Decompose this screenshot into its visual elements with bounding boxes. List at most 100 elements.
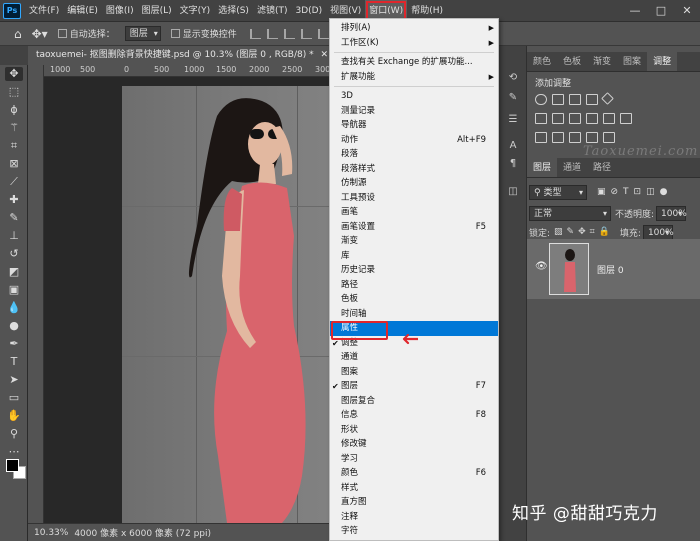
window-menu-item[interactable]: 渐变 (330, 234, 498, 249)
lasso-tool-icon[interactable]: ϕ (5, 103, 23, 117)
align-right-icon[interactable] (283, 28, 295, 39)
window-menu-item[interactable]: 历史记录 (330, 263, 498, 278)
window-menu-item[interactable]: 画笔 (330, 205, 498, 220)
tab-channels[interactable]: 通道 (557, 158, 587, 177)
type-tool-icon[interactable]: T (5, 355, 23, 369)
exposure-icon[interactable] (586, 94, 598, 105)
home-icon[interactable]: ⌂ (14, 27, 22, 41)
blur-tool-icon[interactable]: 💧 (5, 301, 23, 315)
window-menu-item[interactable]: 动作 Alt+F9 (330, 133, 498, 148)
tab-adjustments[interactable]: 调整 (647, 52, 678, 71)
character-panel-icon[interactable]: A (506, 140, 520, 153)
window-menu-item[interactable]: 段落 (330, 147, 498, 162)
vibrance-icon[interactable] (601, 92, 614, 105)
window-menu-item[interactable]: 测量记录 (330, 104, 498, 119)
black-white-icon[interactable] (569, 113, 581, 124)
gradient-map-icon[interactable] (586, 132, 598, 143)
more-tools-icon[interactable]: ⋯ (5, 445, 23, 459)
path-select-icon[interactable]: ➤ (5, 373, 23, 387)
menu-type[interactable]: 文字(Y) (176, 0, 215, 22)
window-menu-item[interactable]: 时间轴 (330, 307, 498, 322)
window-menu-item[interactable]: 排列(A) ▶ (330, 21, 498, 36)
window-menu-item[interactable]: 信息 F8 (330, 408, 498, 423)
properties-panel-icon[interactable]: ☰ (506, 114, 520, 127)
window-menu-item[interactable]: 图层复合 (330, 394, 498, 409)
tab-patterns[interactable]: 图案 (617, 52, 647, 71)
menu-filter[interactable]: 滤镜(T) (253, 0, 292, 22)
threshold-icon[interactable] (569, 132, 581, 143)
window-menu-item[interactable]: 库 (330, 249, 498, 264)
paragraph-panel-icon[interactable]: ¶ (506, 158, 520, 171)
align-center-icon[interactable] (266, 28, 278, 39)
menu-3d[interactable]: 3D(D) (291, 0, 326, 22)
color-lookup-icon[interactable] (620, 113, 632, 124)
color-swatches[interactable] (6, 459, 28, 481)
window-menu-item[interactable]: 字符 (330, 524, 498, 539)
hue-saturation-icon[interactable] (535, 113, 547, 124)
menu-select[interactable]: 选择(S) (214, 0, 253, 22)
history-brush-icon[interactable]: ↺ (5, 247, 23, 261)
blend-mode-dropdown[interactable]: 正常 (529, 205, 611, 221)
window-menu-item[interactable]: 修改键 (330, 437, 498, 452)
close-button[interactable]: ✕ (674, 0, 700, 22)
menu-edit[interactable]: 编辑(E) (63, 0, 102, 22)
layer-filter-icons[interactable]: ▣⊘T⊡◫● (597, 187, 672, 197)
fill-input[interactable]: 100% (642, 224, 674, 240)
foreground-color[interactable] (6, 459, 19, 472)
auto-select-dropdown[interactable]: 图层 (124, 26, 161, 41)
eye-icon[interactable]: 👁 (535, 261, 548, 272)
photo-filter-icon[interactable] (586, 113, 598, 124)
window-menu-item[interactable]: 色板 (330, 292, 498, 307)
window-menu-item[interactable]: 通道 (330, 350, 498, 365)
zoom-level[interactable]: 10.33% (34, 528, 68, 538)
levels-icon[interactable] (552, 94, 564, 105)
maximize-button[interactable]: □ (648, 0, 674, 22)
marquee-tool-icon[interactable]: ⬚ (5, 85, 23, 99)
dodge-tool-icon[interactable]: ● (5, 319, 23, 333)
window-menu-item[interactable]: 扩展功能 ▶ (330, 70, 498, 85)
tab-swatches[interactable]: 色板 (557, 52, 587, 71)
layer-row[interactable]: 👁 图层 0 (527, 239, 700, 299)
lock-icons[interactable]: ▧✎✥⌗🔒 (554, 227, 614, 237)
brush-panel-icon[interactable]: ✎ (506, 92, 520, 105)
pen-tool-icon[interactable]: ✒ (5, 337, 23, 351)
rectangle-tool-icon[interactable]: ▭ (5, 391, 23, 405)
window-menu-item[interactable]: 3D (330, 89, 498, 104)
move-tool-icon[interactable]: ✥ (5, 67, 23, 81)
invert-icon[interactable] (535, 132, 547, 143)
crop-tool-icon[interactable]: ⌗ (5, 139, 23, 153)
brightness-icon[interactable] (535, 94, 547, 105)
window-menu-item[interactable]: 查找有关 Exchange 的扩展功能... (330, 55, 498, 70)
frame-tool-icon[interactable]: ⊠ (5, 157, 23, 171)
eraser-tool-icon[interactable]: ◩ (5, 265, 23, 279)
menu-layer[interactable]: 图层(L) (138, 0, 176, 22)
align-middle-icon[interactable] (317, 28, 329, 39)
align-top-icon[interactable] (300, 28, 312, 39)
history-panel-icon[interactable]: ⟲ (506, 72, 520, 85)
window-menu-item[interactable]: 图层 ✔ F7 (330, 379, 498, 394)
zoom-tool-icon[interactable]: ⚲ (5, 427, 23, 441)
menu-file[interactable]: 文件(F) (25, 0, 63, 22)
tab-color[interactable]: 颜色 (527, 52, 557, 71)
window-menu-item[interactable]: 形状 (330, 423, 498, 438)
channel-mixer-icon[interactable] (603, 113, 615, 124)
minimize-button[interactable]: — (622, 0, 648, 22)
opacity-input[interactable]: 100% (656, 205, 687, 221)
selective-color-icon[interactable] (603, 132, 615, 143)
window-menu-item[interactable]: 仿制源 (330, 176, 498, 191)
menu-image[interactable]: 图像(I) (102, 0, 138, 22)
window-menu-item[interactable]: 直方图 (330, 495, 498, 510)
tab-gradients[interactable]: 渐变 (587, 52, 617, 71)
auto-select-checkbox[interactable] (57, 29, 67, 38)
move-tool-icon[interactable]: ✥▾ (32, 27, 48, 41)
tab-layers[interactable]: 图层 (527, 158, 558, 177)
tab-paths[interactable]: 路径 (587, 158, 617, 177)
stamp-tool-icon[interactable]: ⊥ (5, 229, 23, 243)
layer-filter-dropdown[interactable]: ⚲ 类型 (529, 184, 587, 200)
window-menu-item[interactable]: 画笔设置 F5 (330, 220, 498, 235)
window-menu-item[interactable]: 工作区(K) ▶ (330, 36, 498, 51)
hand-tool-icon[interactable]: ✋ (5, 409, 23, 423)
color-balance-icon[interactable] (552, 113, 564, 124)
window-menu-item[interactable]: 样式 (330, 481, 498, 496)
gradient-tool-icon[interactable]: ▣ (5, 283, 23, 297)
